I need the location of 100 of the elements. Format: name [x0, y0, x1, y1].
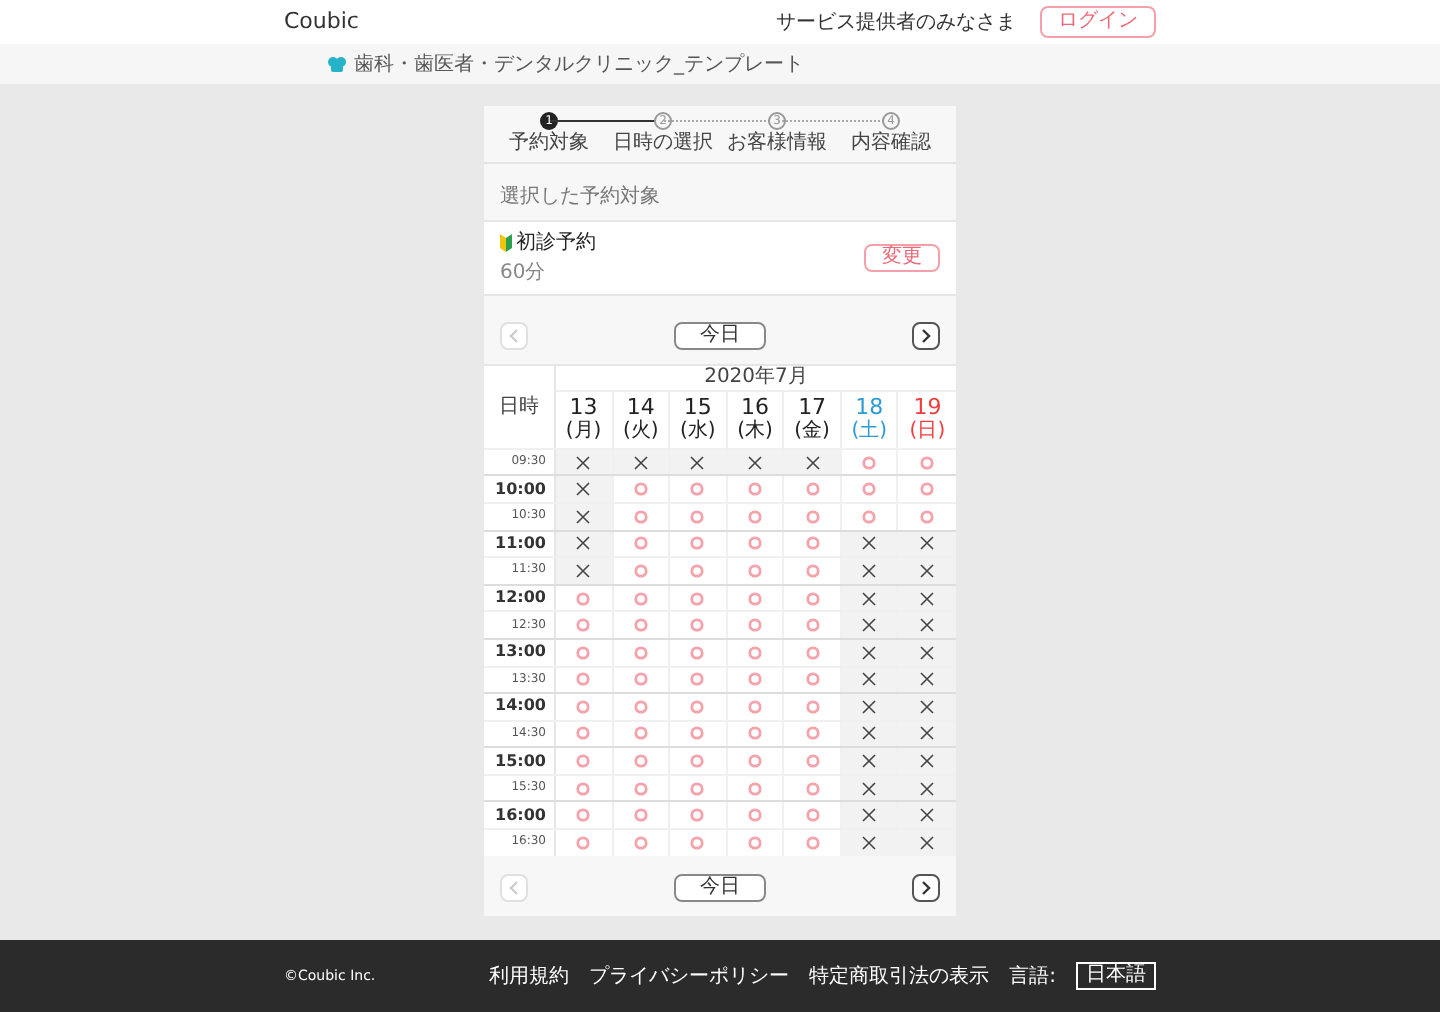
weekday-label: (金)	[794, 420, 830, 446]
available-icon[interactable]	[690, 509, 705, 524]
available-icon[interactable]	[576, 835, 591, 850]
available-icon[interactable]	[805, 482, 820, 497]
available-icon[interactable]	[633, 509, 648, 524]
available-icon[interactable]	[805, 509, 820, 524]
available-icon[interactable]	[747, 726, 762, 741]
footer-link[interactable]: プライバシーポリシー	[589, 961, 790, 991]
next-button[interactable]	[912, 321, 940, 349]
available-icon[interactable]	[805, 754, 820, 769]
available-icon[interactable]	[633, 835, 648, 850]
available-icon[interactable]	[690, 618, 705, 633]
available-icon[interactable]	[633, 699, 648, 714]
available-icon[interactable]	[690, 835, 705, 850]
available-icon[interactable]	[690, 672, 705, 687]
available-icon[interactable]	[576, 808, 591, 823]
logo[interactable]: Coubic	[284, 5, 359, 39]
available-icon[interactable]	[747, 618, 762, 633]
available-icon[interactable]	[805, 808, 820, 823]
available-icon[interactable]	[576, 699, 591, 714]
today-button[interactable]: 今日	[674, 873, 766, 902]
available-icon[interactable]	[805, 563, 820, 578]
available-icon[interactable]	[747, 754, 762, 769]
available-icon[interactable]	[805, 645, 820, 660]
available-icon[interactable]	[805, 726, 820, 741]
available-icon[interactable]	[576, 618, 591, 633]
day-number: 19	[913, 393, 942, 420]
available-icon[interactable]	[690, 645, 705, 660]
provider-link[interactable]: サービス提供者のみなさま	[776, 7, 1016, 37]
available-icon[interactable]	[747, 563, 762, 578]
available-icon[interactable]	[633, 781, 648, 796]
available-icon[interactable]	[633, 726, 648, 741]
available-icon[interactable]	[633, 754, 648, 769]
available-icon[interactable]	[690, 754, 705, 769]
available-icon[interactable]	[633, 482, 648, 497]
available-icon[interactable]	[920, 482, 935, 497]
chevron-left-icon	[508, 879, 520, 896]
time-label: 16:00	[495, 807, 546, 824]
month-label: 2020年7月	[704, 367, 808, 387]
available-icon[interactable]	[920, 455, 935, 470]
available-icon[interactable]	[805, 781, 820, 796]
day-number: 16	[740, 393, 769, 419]
tooth-icon	[328, 56, 346, 72]
available-icon[interactable]	[747, 645, 762, 660]
available-icon[interactable]	[747, 536, 762, 551]
day-number: 17	[798, 393, 827, 420]
available-icon[interactable]	[690, 563, 705, 578]
available-icon[interactable]	[805, 699, 820, 714]
weekday-label: (月)	[565, 420, 602, 446]
time-label: 11:00	[495, 535, 546, 552]
available-icon[interactable]	[690, 482, 705, 497]
available-icon[interactable]	[920, 509, 935, 524]
language-button[interactable]: 日本語	[1076, 962, 1156, 990]
available-icon[interactable]	[576, 672, 591, 687]
available-icon[interactable]	[633, 672, 648, 687]
available-icon[interactable]	[576, 754, 591, 769]
available-icon[interactable]	[633, 563, 648, 578]
available-icon[interactable]	[747, 835, 762, 850]
available-icon[interactable]	[747, 591, 762, 606]
available-icon[interactable]	[690, 726, 705, 741]
available-icon[interactable]	[805, 618, 820, 633]
available-icon[interactable]	[747, 699, 762, 714]
available-icon[interactable]	[747, 781, 762, 796]
available-icon[interactable]	[633, 591, 648, 606]
language-label: 言語:	[1009, 963, 1056, 991]
available-icon[interactable]	[576, 591, 591, 606]
available-icon[interactable]	[747, 482, 762, 497]
available-icon[interactable]	[690, 699, 705, 714]
page-title: 歯科・歯医者・デンタルクリニック_テンプレート	[354, 51, 804, 79]
time-label: 10:00	[495, 481, 546, 498]
available-icon[interactable]	[633, 536, 648, 551]
available-icon[interactable]	[576, 645, 591, 660]
weekday-label: (土)	[851, 420, 888, 446]
available-icon[interactable]	[805, 536, 820, 551]
section-heading: 選択した予約対象	[500, 185, 660, 207]
available-icon[interactable]	[862, 509, 877, 524]
available-icon[interactable]	[690, 591, 705, 606]
time-label: 13:00	[495, 644, 546, 661]
available-icon[interactable]	[805, 672, 820, 687]
available-icon[interactable]	[862, 455, 877, 470]
available-icon[interactable]	[805, 835, 820, 850]
day-number: 14	[626, 393, 655, 419]
available-icon[interactable]	[747, 509, 762, 524]
available-icon[interactable]	[862, 482, 877, 497]
available-icon[interactable]	[633, 808, 648, 823]
available-icon[interactable]	[805, 591, 820, 606]
today-button[interactable]: 今日	[674, 321, 766, 349]
available-icon[interactable]	[576, 781, 591, 796]
available-icon[interactable]	[633, 618, 648, 633]
footer-link[interactable]: 利用規約	[489, 961, 570, 991]
available-icon[interactable]	[690, 808, 705, 823]
corner-label: 日時	[499, 393, 539, 422]
available-icon[interactable]	[747, 808, 762, 823]
next-button[interactable]	[912, 873, 940, 902]
available-icon[interactable]	[633, 645, 648, 660]
available-icon[interactable]	[690, 781, 705, 796]
available-icon[interactable]	[747, 672, 762, 687]
available-icon[interactable]	[690, 536, 705, 551]
available-icon[interactable]	[576, 726, 591, 741]
footer-link[interactable]: 特定商取引法の表示	[809, 961, 990, 991]
